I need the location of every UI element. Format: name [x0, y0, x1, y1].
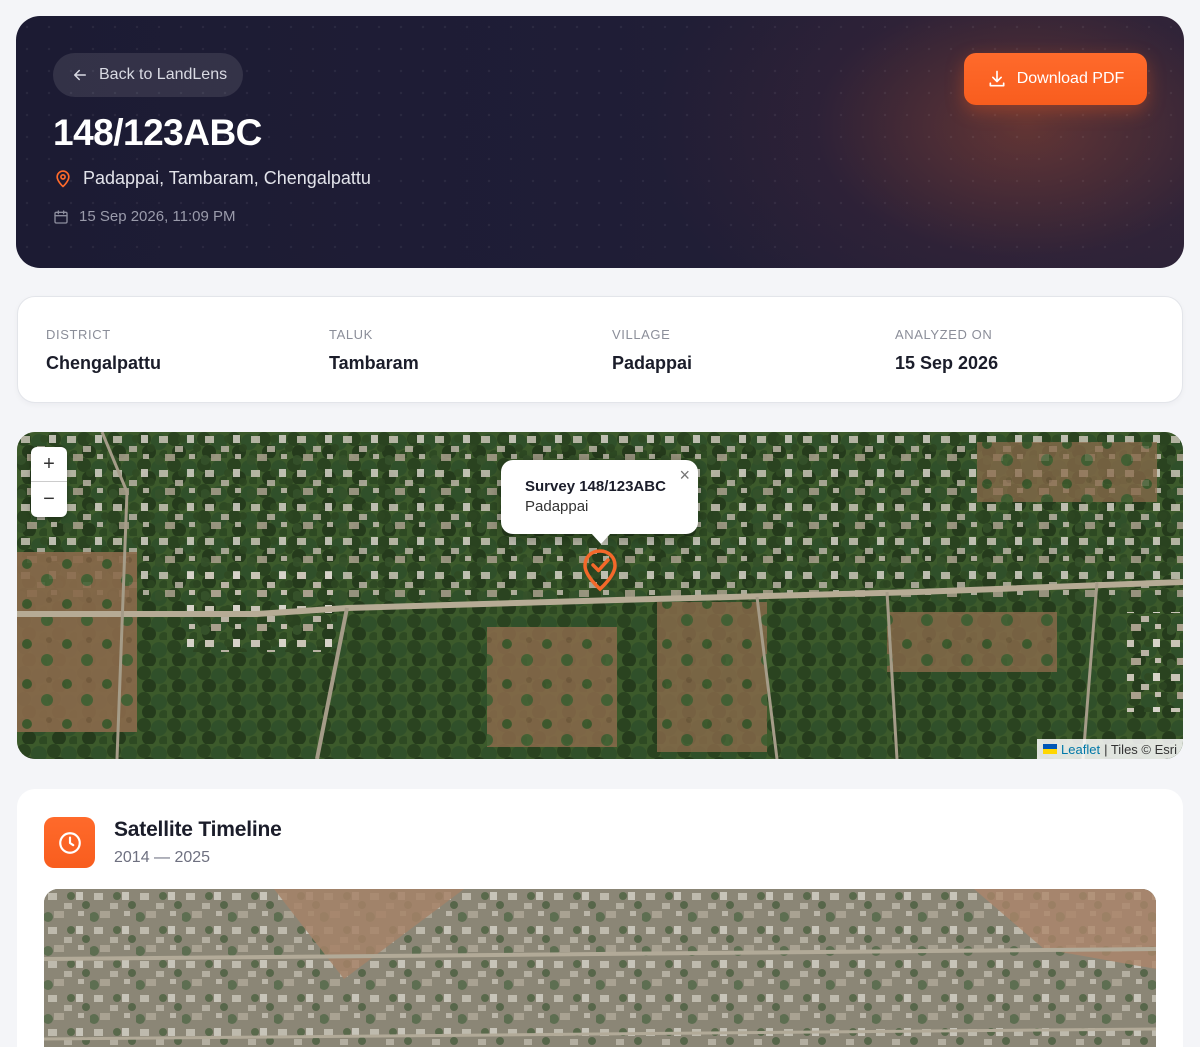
zoom-out-button[interactable]: − — [31, 482, 67, 517]
village-label: VILLAGE — [612, 327, 671, 342]
analyzed-on-value: 15 Sep 2026 — [895, 353, 999, 373]
leaflet-link[interactable]: Leaflet — [1061, 742, 1100, 757]
survey-number-title: 148/123ABC — [53, 112, 262, 153]
taluk-value: Tambaram — [329, 353, 419, 373]
download-pdf-button[interactable]: Download PDF — [964, 53, 1147, 105]
map-pin-icon — [56, 169, 70, 187]
popup-subtitle: Padappai — [525, 498, 589, 515]
map-attribution: Leaflet | Tiles © Esri — [1037, 739, 1183, 759]
taluk-field: TALUK Tambaram — [329, 327, 419, 374]
report-header: Back to LandLens Download PDF 148/123ABC… — [16, 16, 1184, 268]
back-button[interactable]: Back to LandLens — [53, 53, 243, 97]
location-text: Padappai, Tambaram, Chengalpattu — [83, 168, 371, 188]
popup-close-icon[interactable]: × — [679, 465, 690, 486]
taluk-label: TALUK — [329, 327, 373, 342]
location-line: Padappai, Tambaram, Chengalpattu — [53, 168, 371, 189]
calendar-icon — [54, 209, 68, 224]
timeline-icon-badge — [44, 817, 95, 868]
district-field: DISTRICT Chengalpattu — [46, 327, 161, 374]
analyzed-on-field: ANALYZED ON 15 Sep 2026 — [895, 327, 998, 374]
timeline-year-range: 2014 — 2025 — [114, 849, 211, 866]
popup-title: Survey 148/123ABC — [525, 478, 666, 495]
timeline-satellite-image[interactable] — [44, 889, 1156, 1047]
ukraine-flag-icon — [1043, 744, 1058, 754]
satellite-timeline-card: Satellite Timeline 2014 — 2025 — [17, 789, 1183, 1047]
back-button-label: Back to LandLens — [99, 66, 228, 83]
map-marker-icon[interactable] — [583, 549, 617, 593]
district-value: Chengalpattu — [46, 353, 161, 373]
zoom-control: + − — [31, 447, 67, 517]
timeline-title: Satellite Timeline — [114, 818, 282, 841]
download-pdf-label: Download PDF — [1016, 70, 1125, 87]
village-value: Padappai — [612, 353, 693, 373]
zoom-in-button[interactable]: + — [31, 447, 67, 482]
tiles-attribution: | Tiles © Esri — [1104, 741, 1177, 757]
clock-icon — [58, 831, 81, 854]
popup-tip — [591, 533, 611, 544]
village-field: VILLAGE Padappai — [612, 327, 692, 374]
location-details-card: DISTRICT Chengalpattu TALUK Tambaram VIL… — [17, 296, 1183, 403]
satellite-map[interactable]: + − Survey 148/123ABC Padappai × Leaflet… — [17, 432, 1183, 759]
arrow-left-icon — [74, 69, 86, 81]
timeline-imagery — [44, 889, 1156, 1047]
datetime-text: 15 Sep 2026, 11:09 PM — [79, 208, 236, 225]
download-icon — [989, 70, 1005, 87]
analysis-datetime: 15 Sep 2026, 11:09 PM — [53, 208, 236, 225]
survey-popup: Survey 148/123ABC Padappai × — [501, 460, 698, 534]
analyzed-on-label: ANALYZED ON — [895, 327, 993, 342]
district-label: DISTRICT — [46, 327, 111, 342]
